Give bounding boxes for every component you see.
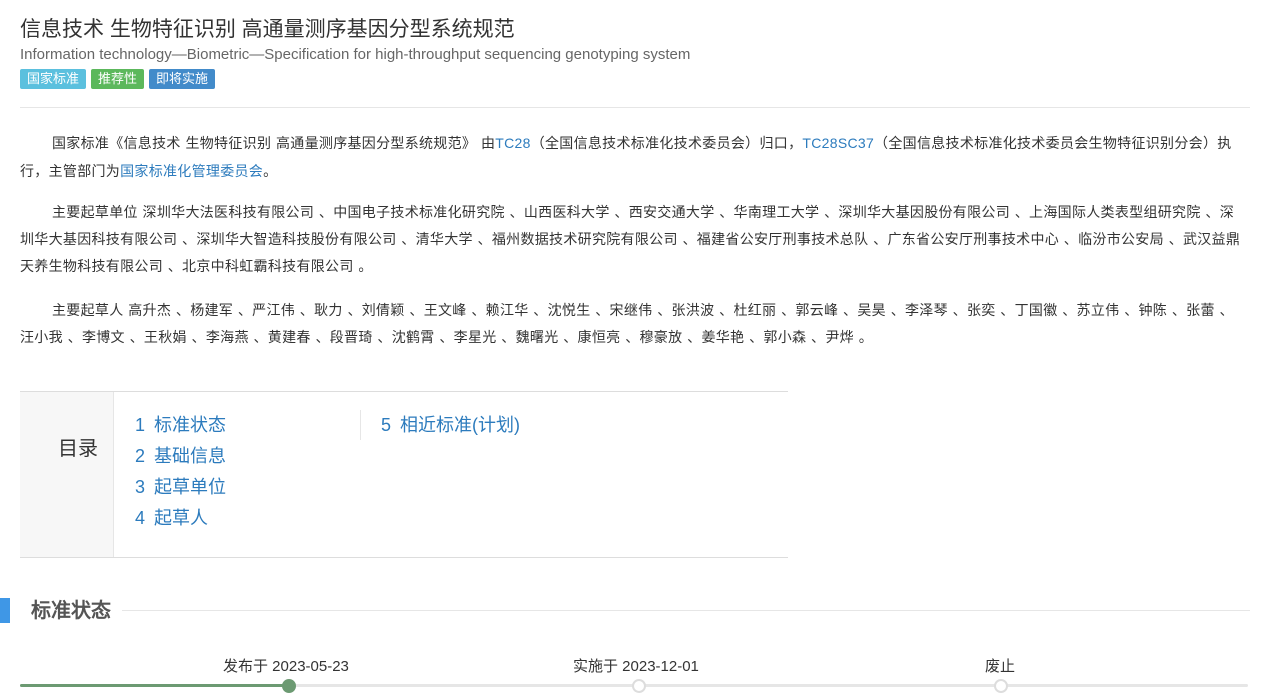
- tc28-link[interactable]: TC28: [495, 135, 530, 151]
- authority-link[interactable]: 国家标准化管理委员会: [120, 163, 263, 179]
- badge-recommended: 推荐性: [91, 69, 145, 89]
- toc-item-label: 相近标准(计划): [400, 415, 521, 435]
- page-title: 信息技术 生物特征识别 高通量测序基因分型系统规范: [20, 18, 515, 41]
- timeline-label-published: 发布于 2023-05-23: [223, 658, 349, 675]
- section-accent-bar: [0, 598, 10, 623]
- toc-item-label: 起草人: [154, 508, 209, 528]
- page-subtitle-en: Information technology—Biometric—Specifi…: [20, 46, 691, 63]
- intro-paragraph: 国家标准《信息技术 生物特征识别 高通量测序基因分型系统规范》 由TC28（全国…: [20, 130, 1248, 186]
- timeline-dot-effective: [632, 679, 646, 693]
- table-of-contents: 目录 1 标准状态 2 基础信息 3 起草单位 4 起草人 5 相近标准(计划): [20, 391, 788, 558]
- header-divider: [20, 107, 1250, 108]
- toc-label: 目录: [58, 438, 98, 460]
- toc-item-label: 标准状态: [154, 415, 227, 435]
- intro-tc-text: （全国信息技术标准化技术委员会）归口，: [530, 136, 803, 152]
- toc-item-basic-info[interactable]: 2 基础信息: [135, 441, 226, 472]
- drafting-units-paragraph: 主要起草单位 深圳华大法医科技有限公司 、中国电子技术标准化研究院 、山西医科大…: [20, 205, 1241, 275]
- toc-column-2: 5 相近标准(计划): [360, 410, 520, 440]
- timeline-dot-published: [282, 679, 296, 693]
- toc-column-1: 1 标准状态 2 基础信息 3 起草单位 4 起草人: [135, 410, 226, 534]
- timeline-label-abolished: 废止: [985, 658, 1016, 675]
- badge-national-standard: 国家标准: [20, 69, 87, 89]
- tc28sc37-link[interactable]: TC28SC37: [802, 135, 874, 151]
- toc-item-number: 3: [135, 477, 146, 497]
- intro-suffix: 。: [263, 164, 278, 180]
- section-divider: [122, 610, 1250, 611]
- toc-item-drafting-units[interactable]: 3 起草单位: [135, 472, 226, 503]
- toc-item-status[interactable]: 1 标准状态: [135, 410, 226, 441]
- timeline-dot-abolished: [994, 679, 1008, 693]
- toc-item-number: 1: [135, 415, 146, 435]
- section-title-status: 标准状态: [31, 600, 111, 622]
- toc-item-number: 5: [381, 415, 392, 435]
- badge-group: 国家标准 推荐性 即将实施: [20, 69, 216, 89]
- toc-item-number: 4: [135, 508, 146, 528]
- timeline-label-effective: 实施于 2023-12-01: [573, 658, 699, 675]
- toc-item-similar-standards[interactable]: 5 相近标准(计划): [381, 410, 520, 441]
- toc-item-drafters[interactable]: 4 起草人: [135, 503, 226, 534]
- toc-item-label: 起草单位: [154, 477, 227, 497]
- badge-upcoming: 即将实施: [149, 69, 216, 89]
- drafters-paragraph: 主要起草人 高升杰 、杨建军 、严江伟 、耿力 、刘倩颖 、王文峰 、赖江华 、…: [20, 303, 1234, 346]
- intro-prefix: 国家标准《信息技术 生物特征识别 高通量测序基因分型系统规范》 由: [52, 136, 496, 152]
- toc-item-label: 基础信息: [154, 446, 227, 466]
- toc-sidebar: 目录: [20, 392, 114, 557]
- toc-item-number: 2: [135, 446, 146, 466]
- timeline-progress: [20, 684, 290, 687]
